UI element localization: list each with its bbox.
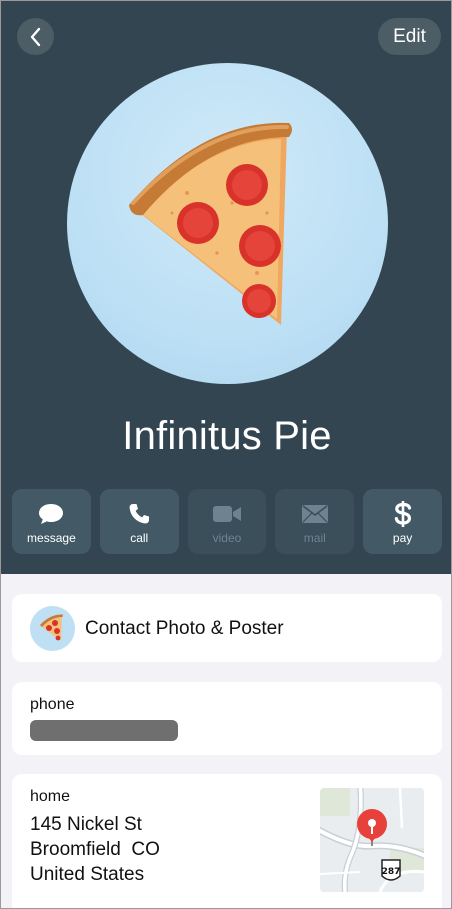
svg-text:287: 287 [382,867,401,877]
pay-label: pay [392,530,413,545]
address-line-1: 145 Nickel St [30,814,142,835]
contact-name: Infinitus Pie [122,414,332,458]
phone-card[interactable]: phone [12,682,442,755]
message-button[interactable]: message [12,489,91,554]
edit-button[interactable]: Edit [378,18,441,55]
contact-screen: Edit Infinitus Pie message call video ma… [0,0,452,909]
address-card[interactable]: home 145 Nickel St Broomfield CO United … [12,774,442,908]
envelope-icon [301,504,328,523]
highway-shield-icon: 287 [381,859,401,881]
video-label: video [212,530,242,545]
video-camera-icon [212,505,241,522]
pizza-slice-icon [129,122,292,325]
contact-header: Edit Infinitus Pie message call video ma… [1,1,451,574]
contact-avatar[interactable] [67,63,388,384]
mail-button[interactable]: mail [275,489,355,554]
phone-label: phone [30,696,75,713]
poster-avatar [30,606,75,651]
back-button[interactable] [17,18,54,55]
map-preview: 287 [320,788,424,892]
address-line-2: Broomfield CO [30,839,160,860]
address-label: home [30,788,71,805]
video-button[interactable]: video [187,489,267,554]
pizza-slice-icon [40,614,63,641]
chevron-left-icon [30,27,40,46]
phone-icon [129,503,150,523]
quick-actions: message call video mail pay [12,489,442,554]
pay-button[interactable]: pay [363,489,442,554]
call-button[interactable]: call [99,489,179,554]
contact-photo-poster-row[interactable]: Contact Photo & Poster [12,594,442,662]
dollar-icon [394,500,411,527]
speech-bubble-icon [39,503,64,524]
address-line-3: United States [30,864,145,885]
map-thumbnail[interactable]: 287 [320,788,424,892]
phone-number-redacted[interactable] [30,720,178,741]
call-label: call [130,530,149,545]
contact-photo-poster-label: Contact Photo & Poster [85,618,284,639]
mail-label: mail [303,530,326,545]
message-label: message [27,530,76,545]
